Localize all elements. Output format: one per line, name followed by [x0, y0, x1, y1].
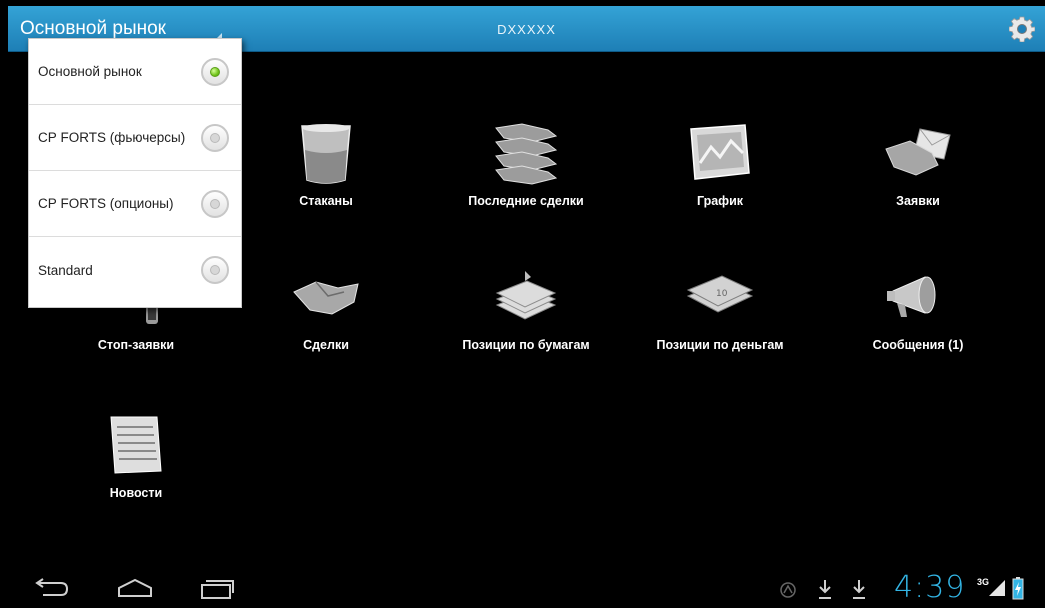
signal-icon: [989, 580, 1005, 596]
tile-label: Стоп-заявки: [97, 338, 175, 352]
tile-orders[interactable]: Заявки: [818, 118, 1018, 228]
glass-icon: [301, 124, 351, 184]
tile-label: Последние сделки: [468, 194, 584, 208]
back-button[interactable]: [26, 568, 76, 608]
market-selector-label: Основной рынок: [20, 18, 166, 39]
dropdown-item-main-market[interactable]: Основной рынок: [29, 39, 241, 105]
dropdown-item-standard[interactable]: Standard: [29, 237, 241, 303]
tile-label: График: [696, 194, 744, 208]
papers-stack-icon: [495, 271, 557, 320]
megaphone-icon: [887, 276, 936, 317]
tile-label: Новости: [109, 486, 163, 500]
dropdown-item-forts-options[interactable]: СР FORTS (опционы): [29, 171, 241, 237]
dropdown-item-forts-futures[interactable]: СР FORTS (фьючерсы): [29, 105, 241, 171]
tile-label: Сделки: [303, 338, 349, 352]
home-icon: [118, 578, 152, 597]
tile-label: Позиции по деньгам: [656, 338, 784, 352]
tile-label: Заявки: [896, 194, 940, 208]
tile-messages[interactable]: Сообщения (1): [818, 262, 1018, 372]
tile-news[interactable]: Новости: [36, 410, 236, 520]
handshake-icon: [293, 281, 359, 315]
home-button[interactable]: [110, 568, 160, 608]
svg-text:10: 10: [716, 289, 728, 299]
chart-icon: [690, 124, 750, 180]
handshake-envelope-icon: [885, 128, 951, 176]
dropdown-item-label: СР FORTS (опционы): [38, 196, 174, 211]
tile-label: Стаканы: [299, 194, 353, 208]
tile-positions-securities[interactable]: Позиции по бумагам: [426, 262, 626, 372]
download-icon: [853, 580, 865, 599]
tile-last-trades[interactable]: Последние сделки: [426, 118, 626, 228]
settings-button[interactable]: [999, 6, 1045, 52]
radio-unselected-icon[interactable]: [201, 123, 229, 152]
tile-glasses[interactable]: Стаканы: [226, 118, 426, 228]
money-stack-icon: 10: [686, 275, 754, 313]
tile-label: Сообщения (1): [872, 338, 964, 352]
tile-trades[interactable]: Сделки: [226, 262, 426, 372]
dropdown-item-label: Standard: [38, 262, 93, 278]
dropdown-item-label: СР FORTS (фьючерсы): [38, 130, 186, 145]
battery-charging-icon: [1012, 577, 1024, 600]
handshakes-stack-icon: [495, 123, 558, 185]
newspaper-icon: [110, 416, 162, 474]
tile-positions-money[interactable]: 10 Позиции по деньгам: [620, 262, 820, 372]
radio-unselected-icon[interactable]: [201, 256, 229, 284]
recent-apps-icon: [201, 580, 234, 599]
market-dropdown-menu: Основной рынок СР FORTS (фьючерсы) СР FO…: [28, 38, 242, 308]
back-icon: [35, 578, 69, 596]
dropdown-item-label: Основной рынок: [38, 64, 142, 79]
system-navigation-bar: 4:39 3G: [0, 568, 1045, 608]
radio-unselected-icon[interactable]: [201, 189, 229, 218]
sync-icon: [780, 582, 796, 598]
tile-label: Позиции по бумагам: [462, 338, 590, 352]
download-icon: [819, 580, 831, 599]
tile-chart[interactable]: График: [620, 118, 820, 228]
recent-apps-button[interactable]: [192, 568, 242, 608]
gear-icon: [1009, 16, 1035, 42]
clock: 4:39: [894, 570, 966, 605]
radio-selected-icon[interactable]: [201, 57, 229, 86]
